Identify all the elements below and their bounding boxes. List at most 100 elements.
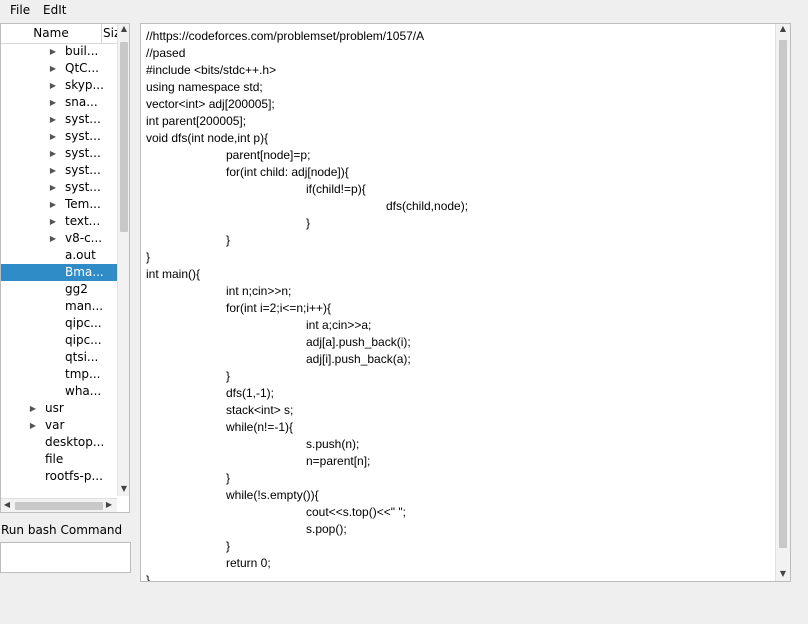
tree-hscroll-thumb[interactable]	[15, 502, 103, 510]
code-line: using namespace std;	[146, 80, 263, 94]
tree-item[interactable]: ▶ syst...	[1, 111, 117, 128]
tree-item[interactable]: ▶ usr	[1, 400, 117, 417]
bash-command-label: Run bash Command	[1, 523, 123, 537]
scroll-up-icon[interactable]: ▲	[777, 24, 789, 33]
tree-item[interactable]: ▶ skyp...	[1, 77, 117, 94]
tree-item-label: var	[45, 418, 65, 432]
tree-item[interactable]: ▶ buil...	[1, 43, 117, 60]
tree-item-label: Tem...	[65, 197, 101, 211]
tree-item[interactable]: gg2	[1, 281, 117, 298]
file-tree[interactable]: Name Siz ▶buil...▶QtC...▶skyp...▶sna...▶…	[0, 23, 130, 513]
tree-item[interactable]: ▶ sna...	[1, 94, 117, 111]
tree-item[interactable]: file	[1, 451, 117, 468]
code-line: }	[226, 233, 231, 247]
code-line: n=parent[n];	[306, 454, 371, 468]
tree-item[interactable]: ▶ text...	[1, 213, 117, 230]
tree-item-label: skyp...	[65, 78, 104, 92]
tree-item[interactable]: desktop...	[1, 434, 117, 451]
expand-arrow-icon[interactable]: ▶	[48, 128, 58, 145]
tree-item-label: a.out	[65, 248, 96, 262]
tree-item[interactable]: ▶ var	[1, 417, 117, 434]
bash-command-input[interactable]	[0, 542, 131, 573]
tree-item-label: text...	[65, 214, 101, 228]
expand-arrow-icon[interactable]: ▶	[48, 145, 58, 162]
tree-item[interactable]: qtsi...	[1, 349, 117, 366]
code-line: adj[i].push_back(a);	[306, 352, 411, 366]
editor-vertical-scrollbar[interactable]: ▲ ▼	[775, 24, 790, 581]
expand-arrow-icon[interactable]: ▶	[48, 94, 58, 111]
code-line: dfs(child,node);	[386, 199, 469, 213]
code-line: s.pop();	[306, 522, 347, 536]
expand-arrow-icon[interactable]: ▶	[48, 60, 58, 77]
scroll-down-icon[interactable]: ▼	[777, 569, 789, 578]
expand-arrow-icon[interactable]: ▶	[48, 179, 58, 196]
tree-item[interactable]: qipc...	[1, 332, 117, 349]
code-line: }	[226, 471, 231, 485]
tree-item-label: wha...	[65, 384, 102, 398]
code-line: stack<int> s;	[226, 403, 294, 417]
code-line: }	[146, 573, 151, 581]
code-line: //pased	[146, 46, 186, 60]
tree-item[interactable]: Bma...	[1, 264, 117, 281]
code-line: vector<int> adj[200005];	[146, 97, 275, 111]
tree-item[interactable]: wha...	[1, 383, 117, 400]
tree-item-label: sna...	[65, 95, 98, 109]
code-line: dfs(1,-1);	[226, 386, 275, 400]
tree-item-label: QtC...	[65, 61, 99, 75]
tree-scroll-thumb[interactable]	[120, 42, 128, 232]
expand-arrow-icon[interactable]: ▶	[48, 196, 58, 213]
code-line: adj[a].push_back(i);	[306, 335, 411, 349]
tree-item-label: man...	[65, 299, 104, 313]
code-lines[interactable]: //https://codeforces.com/problemset/prob…	[146, 28, 774, 581]
tree-item-label: v8-c...	[65, 231, 103, 245]
tree-item-label: rootfs-p...	[45, 469, 103, 483]
tree-item[interactable]: ▶ syst...	[1, 128, 117, 145]
scroll-up-icon[interactable]: ▲	[118, 24, 129, 33]
expand-arrow-icon[interactable]: ▶	[48, 111, 58, 128]
code-line: while(n!=-1){	[226, 420, 294, 434]
menu-edit[interactable]: EdIt	[43, 3, 66, 17]
tree-item[interactable]: qipc...	[1, 315, 117, 332]
scroll-right-icon[interactable]: ▶	[103, 500, 115, 509]
expand-arrow-icon[interactable]: ▶	[48, 230, 58, 247]
tree-item-label: Bma...	[65, 265, 104, 279]
expand-arrow-icon[interactable]: ▶	[48, 162, 58, 179]
code-line: s.push(n);	[306, 437, 360, 451]
tree-item[interactable]: tmp...	[1, 366, 117, 383]
tree-item-label: syst...	[65, 112, 101, 126]
code-line: }	[146, 250, 151, 264]
tree-item[interactable]: ▶ syst...	[1, 162, 117, 179]
expand-arrow-icon[interactable]: ▶	[48, 43, 58, 60]
scroll-left-icon[interactable]: ◀	[1, 500, 13, 509]
column-header-name[interactable]: Name	[1, 24, 102, 43]
expand-arrow-icon[interactable]: ▶	[28, 400, 38, 417]
tree-item-label: syst...	[65, 146, 101, 160]
tree-item[interactable]: ▶ v8-c...	[1, 230, 117, 247]
tree-item[interactable]: ▶ syst...	[1, 145, 117, 162]
expand-arrow-icon[interactable]: ▶	[48, 77, 58, 94]
tree-horizontal-scrollbar[interactable]: ◀ ▶	[1, 498, 117, 512]
tree-item[interactable]: ▶ syst...	[1, 179, 117, 196]
tree-item-label: tmp...	[65, 367, 101, 381]
code-line: return 0;	[226, 556, 271, 570]
tree-item[interactable]: ▶ Tem...	[1, 196, 117, 213]
code-line: int main(){	[146, 267, 201, 281]
expand-arrow-icon[interactable]: ▶	[48, 213, 58, 230]
code-editor[interactable]: //https://codeforces.com/problemset/prob…	[140, 23, 791, 582]
code-line: int a;cin>>a;	[306, 318, 372, 332]
tree-vertical-scrollbar[interactable]: ▲ ▼	[117, 24, 129, 496]
scroll-down-icon[interactable]: ▼	[118, 484, 129, 493]
code-line: int n;cin>>n;	[226, 284, 292, 298]
tree-item-label: desktop...	[45, 435, 105, 449]
tree-item[interactable]: rootfs-p...	[1, 468, 117, 485]
column-header-size[interactable]: Siz	[102, 24, 118, 43]
tree-item[interactable]: man...	[1, 298, 117, 315]
menu-file[interactable]: File	[10, 3, 30, 17]
tree-item-label: buil...	[65, 44, 99, 58]
tree-item[interactable]: a.out	[1, 247, 117, 264]
code-line: while(!s.empty()){	[226, 488, 319, 502]
expand-arrow-icon[interactable]: ▶	[28, 417, 38, 434]
editor-scroll-thumb[interactable]	[779, 40, 787, 548]
code-line: int parent[200005];	[146, 114, 247, 128]
tree-item[interactable]: ▶ QtC...	[1, 60, 117, 77]
